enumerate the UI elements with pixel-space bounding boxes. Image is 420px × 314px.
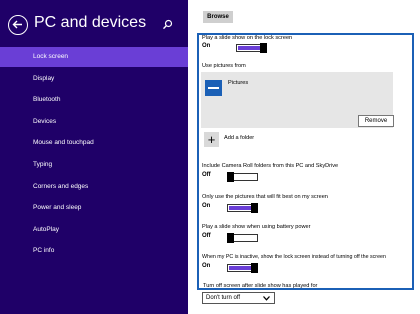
sidebar-item-bluetooth[interactable]: Bluetooth xyxy=(0,90,188,110)
sidebar-item-pc-info[interactable]: PC info xyxy=(0,241,188,261)
battery-state: Off xyxy=(202,233,211,239)
add-folder-icon[interactable]: + xyxy=(204,132,219,147)
sidebar-nav: Lock screen Display Bluetooth Devices Mo… xyxy=(0,47,188,263)
add-folder-link[interactable]: Add a folder xyxy=(224,135,254,141)
sidebar-item-devices[interactable]: Devices xyxy=(0,112,188,132)
search-icon[interactable] xyxy=(162,19,173,30)
toggle-thumb[interactable] xyxy=(251,263,258,273)
browse-button[interactable]: Browse xyxy=(203,11,233,23)
camera-roll-toggle[interactable] xyxy=(227,172,258,182)
use-pictures-label: Use pictures from xyxy=(202,63,246,69)
fit-best-toggle[interactable] xyxy=(227,203,258,213)
sidebar-item-corners-and-edges[interactable]: Corners and edges xyxy=(0,177,188,197)
toggle-thumb[interactable] xyxy=(251,203,258,213)
turn-off-select[interactable]: Don't turn off xyxy=(202,292,275,304)
chevron-down-icon xyxy=(263,296,270,301)
turn-off-label: Turn off screen after slide show has pla… xyxy=(203,283,318,289)
slideshow-label: Play a slide show on the lock screen xyxy=(202,35,293,41)
slideshow-toggle[interactable] xyxy=(236,43,267,53)
inactive-state: On xyxy=(202,263,211,269)
slideshow-state: On xyxy=(202,43,211,49)
camera-roll-label: Include Camera Roll folders from this PC… xyxy=(202,163,339,169)
pictures-folder-name: Pictures xyxy=(228,80,249,86)
inactive-toggle[interactable] xyxy=(227,263,258,273)
toggle-thumb[interactable] xyxy=(260,43,267,53)
sidebar-item-autoplay[interactable]: AutoPlay xyxy=(0,220,188,240)
sidebar-item-display[interactable]: Display xyxy=(0,69,188,89)
camera-roll-state: Off xyxy=(202,172,211,178)
battery-label: Play a slide show when using battery pow… xyxy=(202,224,311,230)
sidebar-header: PC and devices xyxy=(8,14,180,37)
toggle-thumb[interactable] xyxy=(227,172,234,182)
back-button[interactable] xyxy=(8,15,28,35)
sidebar-item-lock-screen[interactable]: Lock screen xyxy=(0,47,188,67)
page-title: PC and devices xyxy=(34,14,147,31)
fit-best-label: Only use the pictures that will fit best… xyxy=(202,194,328,200)
remove-button[interactable]: Remove xyxy=(358,115,394,127)
turn-off-value: Don't turn off xyxy=(206,295,241,301)
folder-icon xyxy=(205,80,222,96)
slideshow-settings-panel: Play a slide show on the lock screen On … xyxy=(197,33,414,290)
fit-best-state: On xyxy=(202,203,211,209)
back-arrow-icon xyxy=(12,20,22,29)
battery-toggle[interactable] xyxy=(227,233,258,243)
sidebar-item-mouse-and-touchpad[interactable]: Mouse and touchpad xyxy=(0,133,188,153)
pictures-folder-item[interactable]: Pictures Remove xyxy=(201,72,394,128)
toggle-thumb[interactable] xyxy=(227,233,234,243)
inactive-label: When my PC is inactive, show the lock sc… xyxy=(202,254,386,260)
sidebar-item-power-and-sleep[interactable]: Power and sleep xyxy=(0,198,188,218)
sidebar: PC and devices Lock screen Display Bluet… xyxy=(0,0,188,314)
sidebar-item-typing[interactable]: Typing xyxy=(0,155,188,175)
main-content: Browse Play a slide show on the lock scr… xyxy=(188,0,420,314)
